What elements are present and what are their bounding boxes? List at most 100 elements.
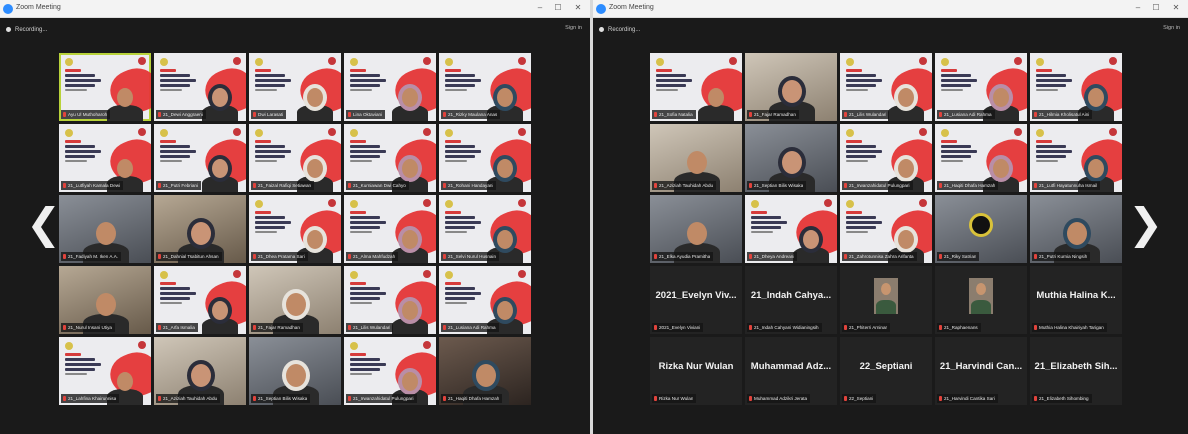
participant-tile[interactable]: Muthia Halina K... Muthia Halina Khairiya… <box>1030 266 1122 334</box>
slide-text-line <box>65 140 81 143</box>
mic-muted-icon <box>348 254 351 259</box>
restore-button[interactable]: ☐ <box>1150 3 1162 13</box>
mic-muted-icon <box>939 325 942 330</box>
participant-tile[interactable]: 21_Lusiana Adi Rahma <box>935 53 1027 121</box>
slide-text-line <box>846 145 876 148</box>
slide-heading <box>656 69 698 93</box>
participant-tile[interactable]: 21_Lutfi Hayatunnuha Ismail <box>1030 124 1122 192</box>
slide-logo-icon <box>919 128 927 136</box>
participant-tile[interactable]: 21_Elka Ayudia Pramitha <box>650 195 742 263</box>
participant-tile[interactable]: Dwi Larasati <box>249 53 341 121</box>
participant-tile[interactable]: 21_Sofia Natalia <box>650 53 742 121</box>
participant-tile[interactable]: 21_Irwanzahidatul Pulungpari <box>344 337 436 405</box>
chevron-left-icon[interactable]: ❮ <box>26 203 61 245</box>
participant-tile[interactable]: 22_Septiani 22_Septiani <box>840 337 932 405</box>
mic-muted-icon <box>253 183 256 188</box>
participant-tile[interactable]: 21_Haqiti Dhafa Hamzah <box>935 124 1027 192</box>
participant-tile[interactable]: 21_Septian Bilis Wisaka <box>745 124 837 192</box>
participant-face <box>898 230 914 249</box>
slide-heading <box>751 211 793 235</box>
participant-name: 21_Irwanzahidatul Pulungpari <box>353 396 414 401</box>
participant-tile[interactable]: 21_Putri Kurnia Ningsih <box>1030 195 1122 263</box>
participant-tile[interactable]: 21_Raphaenans <box>935 266 1027 334</box>
slide-text-line <box>350 297 380 300</box>
participant-tile[interactable]: 21_Arfa Ismalia <box>154 266 246 334</box>
mic-muted-icon <box>939 254 942 259</box>
recording-indicator[interactable]: Recording... <box>6 24 47 35</box>
participant-face <box>286 293 306 316</box>
sign-in-link[interactable]: Sign in <box>565 25 582 31</box>
participant-tile[interactable]: Rizka Nur Wulan Rizka Nur Wulan <box>650 337 742 405</box>
sign-in-link[interactable]: Sign in <box>1163 25 1180 31</box>
participant-tile[interactable]: 21_Phiterri Arninar <box>840 266 932 334</box>
minimize-button[interactable]: – <box>534 3 546 13</box>
participant-face <box>497 88 513 107</box>
participant-name-tag: 21_Zahrotunnisa Zahra Arifanta <box>842 252 917 261</box>
slide-heading <box>445 211 487 235</box>
participant-tile[interactable]: 21_Riky Satrian <box>935 195 1027 263</box>
participant-tile[interactable]: 21_Harvindi Can... 21_Harvindi Cantika Sa… <box>935 337 1027 405</box>
participant-name: 21_Elka Ayudia Pramitha <box>659 254 711 259</box>
participant-tile[interactable]: Muhammad Adz... Muhammad Adzikri Jerata <box>745 337 837 405</box>
participant-tile[interactable]: 21_Lilis Wulandari <box>840 53 932 121</box>
mic-muted-icon <box>1034 325 1037 330</box>
participant-tile[interactable]: 21_Nurul Insani Utiya <box>59 266 151 334</box>
participant-tile[interactable]: 21_Putri Febriani <box>154 124 246 192</box>
participant-tile[interactable]: 21_Lahfina Khairunnisa <box>59 337 151 405</box>
slide-text-line <box>1036 74 1066 77</box>
participant-face <box>497 230 513 249</box>
participant-tile[interactable]: 21_Lilis Wulandari <box>344 266 436 334</box>
participant-name-tag: 21_Hilmia Kholisatul Aini <box>1032 110 1093 119</box>
slide-text-line <box>751 221 787 224</box>
participant-tile[interactable]: 21_Haqiti Dhafa Hamzah <box>439 337 531 405</box>
participant-name: 21_Arfa Ismalia <box>163 325 195 330</box>
participant-tile[interactable]: 21_Septian Bilis Wisaka <box>249 337 341 405</box>
participant-tile[interactable]: 21_Indah Cahya... 21_Indah Cahyani Widian… <box>745 266 837 334</box>
recording-indicator[interactable]: Recording... <box>599 24 640 35</box>
participant-name: 21_Fadiyah M. Iken A.A. <box>68 254 119 259</box>
participant-tile[interactable]: 21_Rizky Maulana Anas <box>439 53 531 121</box>
minimize-button[interactable]: – <box>1132 3 1144 13</box>
participant-face <box>402 230 418 249</box>
slide-text-line <box>350 145 380 148</box>
participant-tile[interactable]: 21_Elizabeth Sih... 21_Elizabeth Sihombin… <box>1030 337 1122 405</box>
slide-text-line <box>350 358 380 361</box>
mic-muted-icon <box>63 396 66 401</box>
participant-tile[interactable]: 21_Selvi Nurul Husnain <box>439 195 531 263</box>
participant-tile[interactable]: 21_Faizal Rafiqi Setiawan <box>249 124 341 192</box>
mic-muted-icon <box>253 396 256 401</box>
close-button[interactable]: ✕ <box>1170 3 1182 13</box>
participant-tile[interactable]: 21_Fajar Ramadhan <box>249 266 341 334</box>
participant-tile[interactable]: 21_Dheya Andreani <box>745 195 837 263</box>
participant-tile[interactable]: 21_Lusiana Adi Rahma <box>439 266 531 334</box>
chevron-right-icon[interactable]: ❯ <box>1128 203 1163 245</box>
participant-tile[interactable]: 21_Lutfiyah Kamala Dewi <box>59 124 151 192</box>
participant-name: 21_Kurniawan Dwi Cahyo <box>353 183 406 188</box>
participant-name-tag: 21_Fadiyah M. Iken A.A. <box>61 252 122 261</box>
slide-text-line <box>846 231 868 233</box>
participant-tile[interactable]: 21_Dewi Anggraeni <box>154 53 246 121</box>
participant-tile[interactable]: 21_Kurniawan Dwi Cahyo <box>344 124 436 192</box>
participant-tile[interactable]: 21_Hilmia Kholisatul Aini <box>1030 53 1122 121</box>
participant-tile[interactable]: 21_Alma Mahfudzah <box>344 195 436 263</box>
slide-text-line <box>160 287 190 290</box>
participant-tile[interactable]: 21_Aziziah Tauhidah Abdu <box>154 337 246 405</box>
participant-tile[interactable]: 21_Aziziah Tauhidah Abdu <box>650 124 742 192</box>
mic-muted-icon <box>939 183 942 188</box>
participant-tile[interactable]: Lina Oktaviani <box>344 53 436 121</box>
participant-tile[interactable]: 21_Zahrotunnisa Zahra Arifanta <box>840 195 932 263</box>
participant-tile[interactable]: Ayu Ul Muthoharoh <box>59 53 151 121</box>
participant-tile[interactable]: 2021_Evelyn Viv... 2021_Evelyn Viviani <box>650 266 742 334</box>
slide-logo-icon <box>138 341 146 349</box>
participant-tile[interactable]: 21_Dahnial Tsabitun Ahsan <box>154 195 246 263</box>
participant-tile[interactable]: 21_Rohani Handayani <box>439 124 531 192</box>
close-button[interactable]: ✕ <box>572 3 584 13</box>
participant-tile[interactable]: 21_Fadiyah M. Iken A.A. <box>59 195 151 263</box>
slide-text-line <box>445 297 475 300</box>
participant-tile[interactable]: 21_Dhea Pratama Sari <box>249 195 341 263</box>
participant-tile[interactable]: 21_Irwanzahidatul Pulungpari <box>840 124 932 192</box>
restore-button[interactable]: ☐ <box>552 3 564 13</box>
participant-tile[interactable]: 21_Fajar Ramadhan <box>745 53 837 121</box>
participant-name-tag: 21_Putri Febriani <box>156 181 201 190</box>
slide-logo-icon <box>1014 57 1022 65</box>
